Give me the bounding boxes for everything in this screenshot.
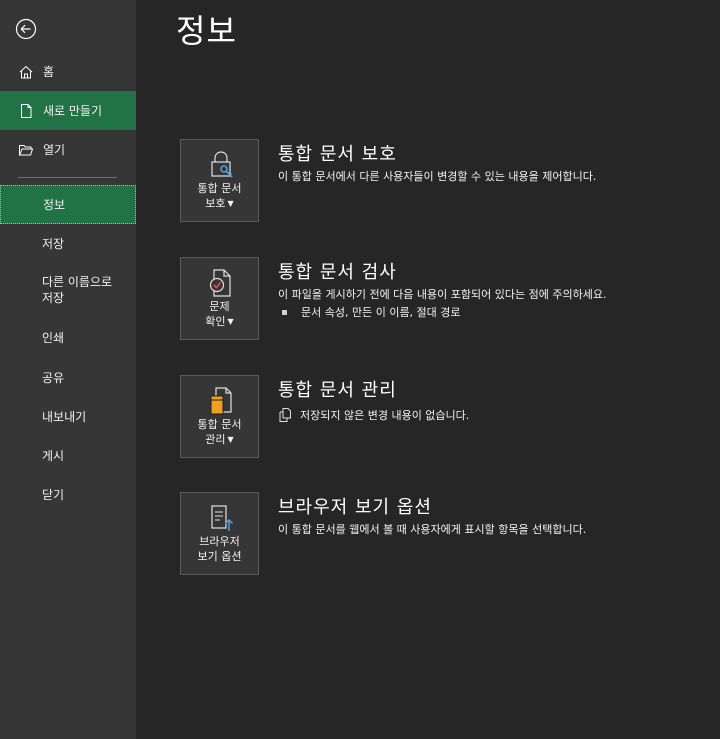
tile-label-line2: 보호 (205, 197, 226, 210)
sidebar-item-close[interactable]: 닫기 (0, 475, 136, 514)
tile-label-line1: 브라우저 (199, 535, 240, 548)
sidebar-item-open[interactable]: 열기 (0, 130, 136, 169)
browser-view-icon (211, 505, 234, 531)
section-description: 이 통합 문서를 웹에서 볼 때 사용자에게 표시할 항목을 선택합니다. (278, 523, 587, 536)
sidebar-item-label: 저장 (42, 237, 65, 251)
sidebar-divider (18, 177, 117, 178)
page-title: 정보 (176, 12, 237, 50)
sidebar-item-label: 게시 (42, 449, 65, 463)
section-title: 통합 문서 관리 (278, 380, 397, 401)
section-title: 통합 문서 보호 (278, 144, 397, 165)
info-panel: 정보 통합 문서 보호 ▼ 통합 문서 보호 이 통합 문서에서 다른 사용자들이… (136, 0, 720, 739)
home-icon (18, 64, 34, 80)
check-document-icon (209, 269, 231, 297)
dropdown-caret-icon: ▼ (227, 317, 234, 326)
sidebar-item-label: 인쇄 (42, 331, 65, 345)
sidebar-item-label: 다른 이름으로 (42, 275, 113, 289)
inspection-item-text: 문서 속성, 만든 이 이름, 절대 경로 (301, 306, 461, 319)
section-title: 브라우저 보기 옵션 (278, 497, 432, 518)
document-versions-icon (279, 408, 291, 422)
sidebar-item-label: 열기 (43, 143, 66, 157)
section-title: 통합 문서 검사 (278, 262, 397, 283)
back-arrow-icon[interactable] (15, 18, 37, 40)
sidebar-item-export[interactable]: 내보내기 (0, 397, 136, 436)
manage-workbook-button[interactable]: 통합 문서 관리 ▼ (180, 375, 259, 458)
sidebar-item-publish[interactable]: 게시 (0, 436, 136, 475)
tile-label-line1: 통합 문서 (197, 182, 242, 195)
sidebar-item-save[interactable]: 저장 (0, 224, 136, 263)
backstage-sidebar: 홈 새로 만들기 열기 정보 저장 다른 이름으로 저장 인쇄 공유 내보내기 … (0, 0, 136, 739)
bullet-icon (282, 309, 287, 315)
manage-workbook-icon (210, 387, 232, 415)
dropdown-caret-icon: ▼ (227, 435, 234, 444)
sidebar-item-print[interactable]: 인쇄 (0, 318, 136, 357)
tile-label-line1: 통합 문서 (197, 418, 242, 431)
sidebar-item-share[interactable]: 공유 (0, 358, 136, 397)
version-status-text: 저장되지 않은 변경 내용이 없습니다. (300, 409, 470, 422)
sidebar-item-new[interactable]: 새로 만들기 (0, 91, 136, 130)
section-description: 이 통합 문서에서 다른 사용자들이 변경할 수 있는 내용을 제어합니다. (278, 170, 597, 183)
new-document-icon (18, 103, 34, 119)
sidebar-item-label: 새로 만들기 (43, 104, 103, 118)
check-for-issues-button[interactable]: 문제 확인 ▼ (180, 257, 259, 340)
sidebar-item-label: 내보내기 (42, 410, 87, 424)
protect-workbook-button[interactable]: 통합 문서 보호 ▼ (180, 139, 259, 222)
sidebar-item-label-line2: 저장 (42, 291, 65, 305)
open-folder-icon (18, 142, 34, 158)
sidebar-item-info[interactable]: 정보 (0, 185, 136, 224)
version-status: 저장되지 않은 변경 내용이 없습니다. (278, 407, 469, 423)
browser-view-options-button[interactable]: 브라우저 보기 옵션 (180, 492, 259, 575)
sidebar-item-label: 홈 (43, 65, 55, 79)
sidebar-item-label: 정보 (43, 198, 66, 212)
lock-key-icon (211, 151, 233, 178)
sidebar-item-home[interactable]: 홈 (0, 52, 136, 91)
sidebar-item-label: 공유 (42, 371, 65, 385)
dropdown-caret-icon: ▼ (227, 199, 234, 208)
section-description: 이 파일을 게시하기 전에 다음 내용이 포함되어 있다는 점에 주의하세요. (278, 288, 607, 301)
sidebar-item-save-as[interactable]: 다른 이름으로 저장 (0, 268, 136, 312)
tile-label-line2: 관리 (205, 433, 226, 446)
tile-label-line1: 문제 (209, 300, 230, 313)
tile-label-line2: 보기 옵션 (197, 550, 242, 563)
tile-label-line2: 확인 (205, 315, 226, 328)
inspection-item: 문서 속성, 만든 이 이름, 절대 경로 (282, 304, 461, 320)
sidebar-item-label: 닫기 (42, 488, 65, 502)
